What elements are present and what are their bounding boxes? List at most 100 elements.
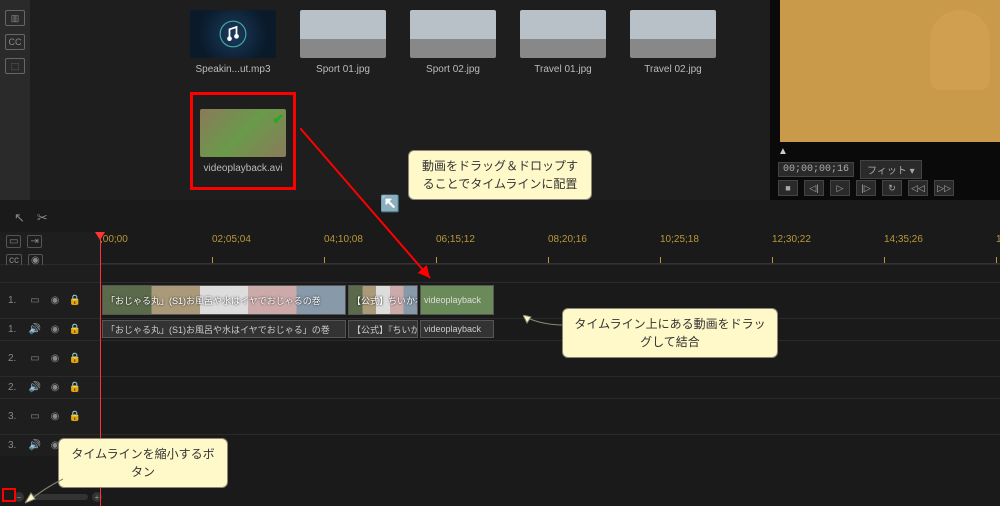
ruler-label: 06;15;12 [436, 234, 475, 245]
ruler-label: 12;30;22 [772, 234, 811, 245]
media-thumb[interactable]: Travel 02.jpg [630, 10, 716, 75]
annotation-callout-3: タイムラインを縮小するボタン [58, 438, 228, 488]
video-track-icon: ▭ [28, 294, 42, 308]
media-thumb-label: Sport 02.jpg [426, 64, 480, 75]
ruler-label: 10;25;18 [660, 234, 699, 245]
timeline-audio-clip[interactable]: 【公式】『ちいかわ』 [348, 320, 418, 338]
stop-button[interactable]: ■ [778, 180, 798, 196]
track-number: 1. [8, 295, 22, 306]
marker-icon: ▲ [778, 146, 788, 157]
audio-track-1: 1. 🔊 ◉ 🔒 「おじゃる丸」(S1)お風呂や水はイヤでおじゃる」の巻【公式】… [0, 318, 1000, 340]
audio-track-2: 2. 🔊 ◉ 🔒 [0, 376, 1000, 398]
razor-tool-icon[interactable]: ✂ [37, 210, 48, 226]
media-thumb[interactable]: Speakin...ut.mp3 [190, 10, 276, 75]
track-header[interactable]: 2. 🔊 ◉ 🔒 [0, 377, 100, 398]
preview-panel: ▲ 00;00;00;16 フィット ▾ ■ ◁| ▷ |▷ ↻ ◁◁ ▷▷ [770, 0, 1000, 200]
zoom-fit-select[interactable]: フィット ▾ [860, 160, 922, 179]
eye-icon[interactable]: ◉ [48, 323, 62, 337]
track-number: 1. [8, 324, 22, 335]
eye-icon[interactable]: ◉ [48, 410, 62, 424]
media-thumbnail-row: Speakin...ut.mp3 Sport 01.jpg Sport 02.j… [190, 10, 770, 75]
annotation-highlight-box [2, 488, 16, 502]
track-header[interactable]: 3. ▭ ◉ 🔒 [0, 399, 100, 434]
select-tool-icon[interactable]: ↖ [14, 210, 25, 226]
track-number: 2. [8, 353, 22, 364]
track-header[interactable]: 2. ▭ ◉ 🔒 [0, 341, 100, 376]
audio-file-icon [190, 10, 276, 58]
cc-tab-icon[interactable]: CC [5, 34, 25, 50]
video-track-icon: ▭ [28, 352, 42, 366]
video-track-icon: ▭ [28, 410, 42, 424]
lock-icon[interactable]: 🔒 [68, 410, 82, 424]
skip-back-button[interactable]: ◁◁ [908, 180, 928, 196]
selected-media-clip[interactable]: ✔ videoplayback.avi [190, 92, 296, 190]
track-lane[interactable] [100, 435, 1000, 456]
preview-viewport[interactable] [780, 0, 1000, 142]
annotation-callout-1: 動画をドラッグ＆ドロップすることでタイムラインに配置 [408, 150, 592, 200]
speaker-icon: 🔊 [28, 323, 42, 337]
fx-tab-icon[interactable]: ⬚ [5, 58, 25, 74]
left-toolbar: ▥ CC ⬚ [0, 0, 30, 200]
track-number: 3. [8, 440, 22, 451]
video-file-icon: ✔ [200, 109, 286, 157]
timecode-display[interactable]: 00;00;00;16 [778, 162, 854, 177]
timeline-audio-clip[interactable]: 「おじゃる丸」(S1)お風呂や水はイヤでおじゃる」の巻 [102, 320, 346, 338]
annotation-callout-2: タイムライン上にある動画をドラッグして結合 [562, 308, 778, 358]
track-spacer [0, 264, 1000, 282]
timeline-zoom-scroll: − + [14, 492, 990, 502]
ruler-label: 16;41;00 [996, 234, 1000, 245]
lock-icon[interactable]: 🔒 [68, 381, 82, 395]
media-thumb-label: Sport 01.jpg [316, 64, 370, 75]
track-lane[interactable] [100, 341, 1000, 376]
timeline-clip[interactable]: videoplayback [420, 285, 494, 315]
image-file-icon [300, 10, 386, 58]
prev-frame-button[interactable]: ◁| [804, 180, 824, 196]
speaker-icon: 🔊 [28, 439, 42, 453]
play-button[interactable]: ▷ [830, 180, 850, 196]
transport-controls: ■ ◁| ▷ |▷ ↻ ◁◁ ▷▷ [778, 180, 992, 196]
lock-icon[interactable]: 🔒 [68, 294, 82, 308]
track-lane[interactable]: 「おじゃる丸」(S1)お風呂や水はイヤでおじゃるの巻【公式】ちいかわ超video… [100, 283, 1000, 318]
track-number: 2. [8, 382, 22, 393]
image-file-icon [520, 10, 606, 58]
track-header[interactable]: 1. ▭ ◉ 🔒 [0, 283, 100, 318]
media-tab-icon[interactable]: ▥ [5, 10, 25, 26]
timeline-audio-clip[interactable]: videoplayback [420, 320, 494, 338]
image-file-icon [410, 10, 496, 58]
used-check-icon: ✔ [272, 111, 284, 128]
eye-icon[interactable]: ◉ [48, 294, 62, 308]
image-file-icon [630, 10, 716, 58]
selected-media-label: videoplayback.avi [204, 163, 283, 174]
lock-icon[interactable]: 🔒 [68, 352, 82, 366]
skip-fwd-button[interactable]: ▷▷ [934, 180, 954, 196]
track-number: 3. [8, 411, 22, 422]
media-thumb-label: Travel 01.jpg [534, 64, 591, 75]
media-thumb[interactable]: Sport 01.jpg [300, 10, 386, 75]
timeline-clip[interactable]: 【公式】ちいかわ超 [348, 285, 418, 315]
loop-button[interactable]: ↻ [882, 180, 902, 196]
media-thumb-label: Speakin...ut.mp3 [195, 64, 270, 75]
speaker-icon: 🔊 [28, 381, 42, 395]
video-track-1: 1. ▭ ◉ 🔒 「おじゃる丸」(S1)お風呂や水はイヤでおじゃるの巻【公式】ち… [0, 282, 1000, 318]
media-thumb-label: Travel 02.jpg [644, 64, 701, 75]
eye-icon[interactable]: ◉ [48, 352, 62, 366]
media-thumb[interactable]: Travel 01.jpg [520, 10, 606, 75]
timeline-view-icon[interactable]: ▭ [6, 235, 21, 248]
track-lane[interactable] [100, 399, 1000, 434]
timeline-ruler-row: ▭ ⇥ cc ◉ ;00;0002;05;0404;10;0806;15;120… [0, 232, 1000, 264]
lock-icon[interactable]: 🔒 [68, 323, 82, 337]
media-thumb[interactable]: Sport 02.jpg [410, 10, 496, 75]
video-track-3: 3. ▭ ◉ 🔒 [0, 398, 1000, 434]
ruler-label: 02;05;04 [212, 234, 251, 245]
timeline-clip[interactable]: 「おじゃる丸」(S1)お風呂や水はイヤでおじゃるの巻 [102, 285, 346, 315]
ruler-label: 14;35;26 [884, 234, 923, 245]
ruler-label: 08;20;16 [548, 234, 587, 245]
track-lane[interactable] [100, 377, 1000, 398]
eye-icon[interactable]: ◉ [48, 381, 62, 395]
snap-icon[interactable]: ⇥ [27, 235, 41, 248]
next-frame-button[interactable]: |▷ [856, 180, 876, 196]
cursor-icon: ↖️ [380, 194, 400, 214]
video-track-2: 2. ▭ ◉ 🔒 [0, 340, 1000, 376]
timeline-ruler[interactable]: ;00;0002;05;0404;10;0806;15;1208;20;1610… [100, 232, 1000, 264]
track-header[interactable]: 1. 🔊 ◉ 🔒 [0, 319, 100, 340]
